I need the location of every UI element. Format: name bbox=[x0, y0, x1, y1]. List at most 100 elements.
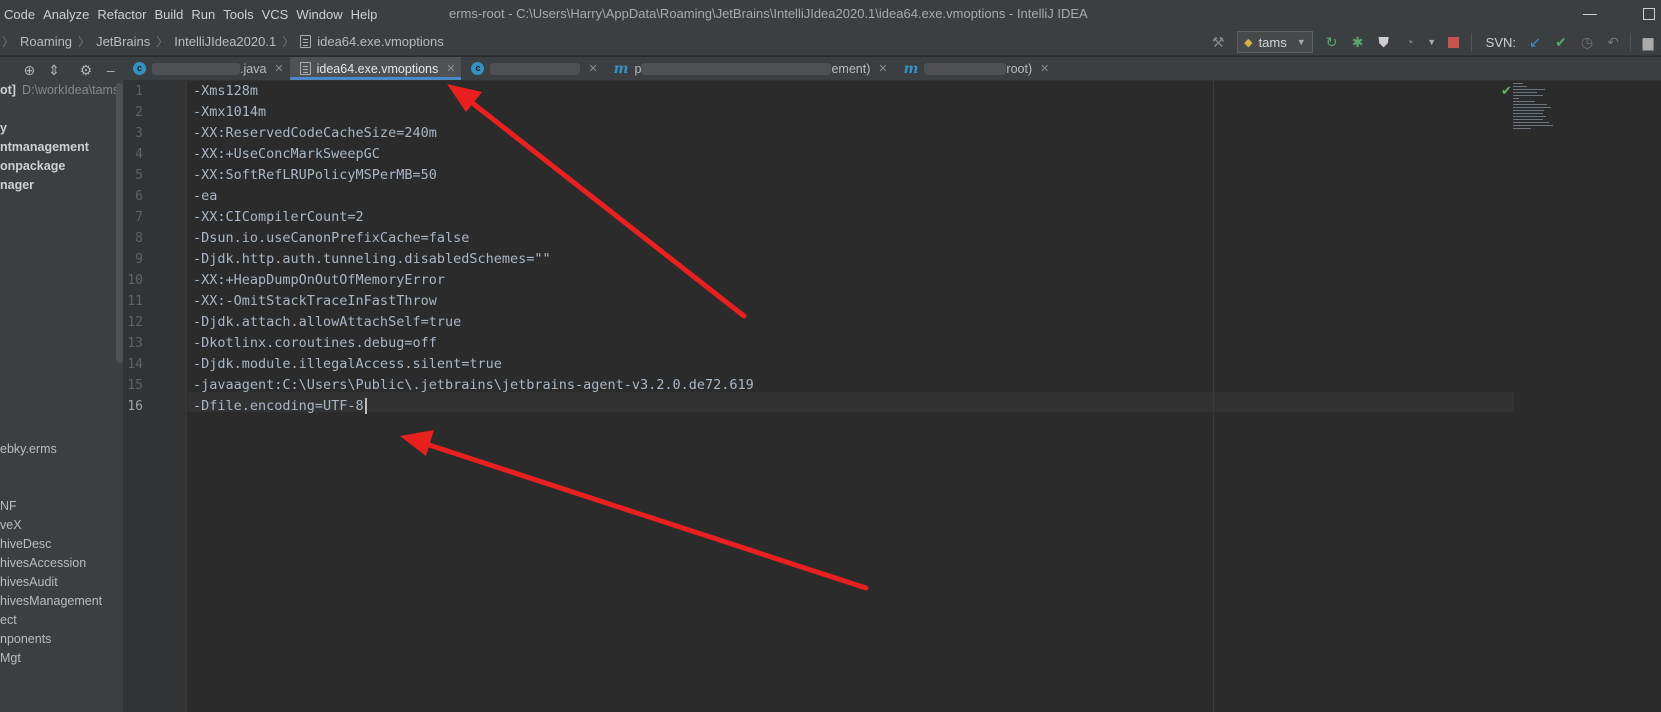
close-icon[interactable]: ✕ bbox=[1040, 62, 1049, 75]
code-line[interactable]: -Xmx1014m bbox=[193, 104, 266, 120]
code-line[interactable]: -XX:ReservedCodeCacheSize=240m bbox=[193, 125, 437, 141]
tab-label: .java bbox=[240, 61, 267, 76]
tree-item[interactable]: nager bbox=[0, 178, 34, 192]
code-line[interactable]: -XX:CICompilerCount=2 bbox=[193, 209, 364, 225]
tree-item[interactable]: hivesAccession bbox=[0, 556, 86, 570]
close-icon[interactable]: ✕ bbox=[588, 62, 597, 75]
tree-root[interactable]: ot] D:\workIdea\tams- bbox=[0, 83, 123, 97]
svn-commit-icon[interactable]: ✔ bbox=[1553, 34, 1569, 50]
breadcrumb-intellijidea[interactable]: IntelliJIdea2020.1 bbox=[174, 34, 276, 49]
menu-build[interactable]: Build bbox=[154, 7, 183, 22]
hide-panel-icon[interactable]: – bbox=[103, 62, 118, 78]
toolbar-divider bbox=[1470, 33, 1472, 51]
project-structure-icon[interactable]: ▆ bbox=[1640, 34, 1656, 50]
svn-label: SVN: bbox=[1485, 34, 1516, 50]
line-number: 3 bbox=[135, 126, 143, 141]
code-editor[interactable]: 1 2 3 4 5 6 7 8 9 10 11 12 13 14 15 16 -… bbox=[123, 81, 1661, 712]
line-number: 10 bbox=[127, 273, 143, 288]
svn-update-icon[interactable]: ↙ bbox=[1527, 34, 1543, 50]
tree-item[interactable]: hivesManagement bbox=[0, 594, 102, 608]
run-configuration-select[interactable]: ◆ tams ▼ bbox=[1237, 31, 1313, 53]
tab-class-file[interactable]: c ✕ bbox=[461, 57, 603, 80]
code-line[interactable]: -Dsun.io.useCanonPrefixCache=false bbox=[193, 230, 469, 246]
menu-vcs[interactable]: VCS bbox=[262, 7, 289, 22]
gear-icon[interactable]: ⚙ bbox=[79, 62, 94, 78]
current-line-highlight bbox=[188, 392, 1514, 412]
tree-item[interactable]: ebky.erms bbox=[0, 442, 57, 456]
code-line[interactable]: -XX:-OmitStackTraceInFastThrow bbox=[193, 293, 437, 309]
maven-icon: m bbox=[613, 60, 629, 77]
breadcrumb-file[interactable]: idea64.exe.vmoptions bbox=[300, 34, 444, 49]
menu-help[interactable]: Help bbox=[351, 7, 378, 22]
chevron-down-icon[interactable]: ▼ bbox=[1427, 34, 1436, 50]
code-line[interactable]: -Djdk.http.auth.tunneling.disabledScheme… bbox=[193, 251, 551, 267]
menu-run[interactable]: Run bbox=[191, 7, 215, 22]
tree-item[interactable]: Mgt bbox=[0, 651, 21, 665]
hammer-build-icon[interactable]: ⚒ bbox=[1210, 34, 1226, 50]
breadcrumb-roaming[interactable]: Roaming bbox=[20, 34, 72, 49]
code-line[interactable]: -Djdk.module.illegalAccess.silent=true bbox=[193, 356, 502, 372]
line-number: 9 bbox=[135, 252, 143, 267]
tree-item[interactable]: y bbox=[0, 121, 7, 135]
rerun-icon[interactable]: ↻ bbox=[1324, 34, 1340, 50]
breadcrumb-file-label: idea64.exe.vmoptions bbox=[317, 34, 444, 49]
menu-refactor[interactable]: Refactor bbox=[97, 7, 146, 22]
code-line-current[interactable]: -Dfile.encoding=UTF-8 bbox=[193, 398, 367, 414]
debug-bug-icon[interactable]: ✱ bbox=[1350, 34, 1366, 50]
menu-tools[interactable]: Tools bbox=[223, 7, 253, 22]
code-line[interactable]: -Xms128m bbox=[193, 83, 258, 99]
tree-root-path: D:\workIdea\tams- bbox=[21, 83, 124, 97]
minimize-icon[interactable] bbox=[1583, 13, 1597, 15]
code-line[interactable]: -Dkotlinx.coroutines.debug=off bbox=[193, 335, 437, 351]
tab-maven-module[interactable]: m p ement) ✕ bbox=[604, 57, 894, 80]
code-line[interactable]: -Djdk.attach.allowAttachSelf=true bbox=[193, 314, 461, 330]
right-margin-guide bbox=[1213, 81, 1214, 712]
java-class-icon: c bbox=[133, 62, 146, 75]
tab-vmoptions[interactable]: idea64.exe.vmoptions ✕ bbox=[289, 57, 462, 80]
text-file-icon bbox=[299, 62, 311, 75]
svn-revert-icon[interactable]: ↶ bbox=[1605, 34, 1621, 50]
menu-analyze[interactable]: Analyze bbox=[43, 7, 89, 22]
tree-item[interactable]: onpackage bbox=[0, 159, 65, 173]
code-minimap[interactable] bbox=[1513, 81, 1553, 141]
svn-history-icon[interactable]: ◷ bbox=[1579, 34, 1595, 50]
close-icon[interactable]: ✕ bbox=[274, 62, 283, 75]
window-title: erms-root - C:\Users\Harry\AppData\Roami… bbox=[449, 6, 1088, 21]
maven-icon: m bbox=[903, 60, 919, 77]
close-icon[interactable]: ✕ bbox=[878, 62, 887, 75]
code-line[interactable]: -XX:+HeapDumpOnOutOfMemoryError bbox=[193, 272, 445, 288]
stop-icon[interactable] bbox=[1446, 34, 1462, 50]
line-number-gutter[interactable]: 1 2 3 4 5 6 7 8 9 10 11 12 13 14 15 16 bbox=[123, 81, 187, 712]
tree-item[interactable]: NF bbox=[0, 499, 17, 513]
window-controls bbox=[1583, 0, 1661, 28]
breadcrumb-jetbrains[interactable]: JetBrains bbox=[96, 34, 150, 49]
coverage-shield-icon[interactable]: ⛊ bbox=[1376, 34, 1392, 50]
code-line[interactable]: -javaagent:C:\Users\Public\.jetbrains\je… bbox=[193, 377, 754, 393]
text-caret bbox=[364, 398, 367, 414]
tab-java-file[interactable]: c .java ✕ bbox=[123, 57, 290, 80]
tree-item[interactable]: nponents bbox=[0, 632, 51, 646]
tab-label: p bbox=[634, 61, 642, 76]
code-line[interactable]: -XX:SoftRefLRUPolicyMSPerMB=50 bbox=[193, 167, 437, 183]
tree-item[interactable]: ect bbox=[0, 613, 17, 627]
tree-item[interactable]: hiveDesc bbox=[0, 537, 51, 551]
inspection-ok-check-icon[interactable]: ✔ bbox=[1501, 83, 1512, 99]
tree-item[interactable]: hivesAudit bbox=[0, 575, 58, 589]
tab-maven-root[interactable]: m root) ✕ bbox=[894, 57, 1056, 80]
collapse-all-icon[interactable]: ⇕ bbox=[47, 62, 62, 78]
menu-window[interactable]: Window bbox=[296, 7, 342, 22]
close-icon[interactable]: ✕ bbox=[446, 62, 455, 75]
locate-target-icon[interactable]: ⊕ bbox=[22, 62, 37, 78]
toolbar-divider bbox=[1630, 33, 1631, 51]
tree-item[interactable]: ntmanagement bbox=[0, 140, 89, 154]
line-number-current: 16 bbox=[127, 399, 143, 414]
profile-icon[interactable]: ◔ bbox=[1402, 34, 1418, 50]
maximize-icon[interactable] bbox=[1643, 8, 1655, 20]
line-number: 2 bbox=[135, 105, 143, 120]
tree-item[interactable]: veX bbox=[0, 518, 22, 532]
line-number: 4 bbox=[135, 147, 143, 162]
menu-code[interactable]: Code bbox=[4, 7, 35, 22]
code-line[interactable]: -ea bbox=[193, 188, 217, 204]
code-line[interactable]: -XX:+UseConcMarkSweepGC bbox=[193, 146, 380, 162]
blurred-tab-name bbox=[924, 62, 1007, 75]
